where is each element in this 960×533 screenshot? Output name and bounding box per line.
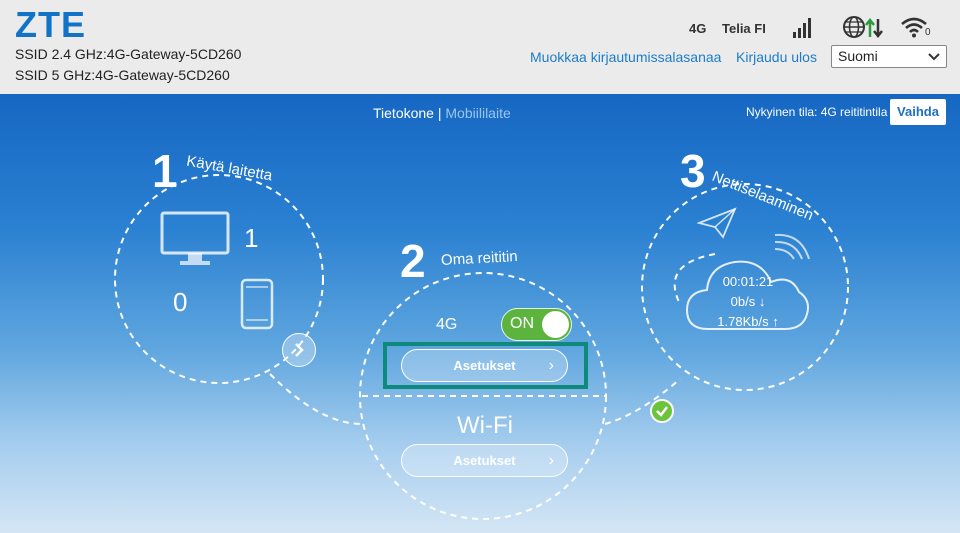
mobile-data-toggle[interactable]: ON (501, 308, 572, 341)
step-2-number: 2 (400, 235, 426, 287)
download-speed: 1.78Kb/s ↑ (717, 314, 779, 329)
step-3-number: 3 (680, 145, 706, 197)
connection-ok-check-icon (650, 399, 674, 423)
ssid-5ghz: SSID 5 GHz:4G-Gateway-5CD260 (15, 67, 230, 83)
zte-logo: ZTE (15, 4, 86, 45)
upload-speed: 0b/s ↓ (730, 294, 766, 309)
paper-plane-icon (697, 207, 737, 239)
wifi-settings-button[interactable]: Asetukset › (401, 444, 568, 477)
wifi-settings-label: Asetukset (453, 453, 516, 468)
wifi-icon (901, 17, 927, 38)
device-details-button[interactable] (282, 333, 316, 367)
internet-globe-icon (843, 16, 865, 38)
operator-name: Telia FI (722, 21, 766, 36)
chevron-right-icon (295, 343, 304, 357)
mobile-settings-button[interactable]: Asetukset › (401, 349, 568, 382)
mobile-settings-label: Asetukset (453, 358, 516, 373)
connected-computers-count: 1 (244, 223, 259, 253)
connected-mobiles-count: 0 (173, 287, 188, 317)
main-dashboard: Tietokone | Mobiililaite Nykyinen tila: … (0, 94, 960, 533)
computer-monitor-icon (160, 211, 230, 265)
wifi-client-count: 0 (925, 27, 931, 38)
step-1-number: 1 (152, 145, 178, 197)
logout-link[interactable]: Kirjaudu ulos (736, 49, 817, 65)
toggle-state: ON (510, 315, 534, 332)
signal-strength-icon (793, 18, 811, 38)
change-password-link[interactable]: Muokkaa kirjautumissalasanaa (530, 49, 721, 65)
top-header: ZTE SSID 2.4 GHz:4G-Gateway-5CD260 SSID … (0, 0, 960, 94)
network-type: 4G (689, 21, 707, 36)
chevron-right-icon: › (548, 452, 554, 469)
chevron-right-icon: › (548, 357, 554, 374)
mobile-data-label: 4G (436, 316, 458, 333)
ssid-24ghz: SSID 2.4 GHz:4G-Gateway-5CD260 (15, 46, 242, 62)
mobile-phone-icon (240, 278, 274, 330)
chevron-down-icon (928, 53, 940, 61)
language-select[interactable]: Suomi (831, 45, 947, 68)
toggle-knob (542, 311, 569, 338)
connection-duration: 00:01:21 (722, 274, 774, 289)
wifi-section-label: Wi-Fi (457, 412, 513, 439)
language-value: Suomi (838, 48, 878, 64)
data-transfer-arrows-icon (865, 17, 883, 39)
